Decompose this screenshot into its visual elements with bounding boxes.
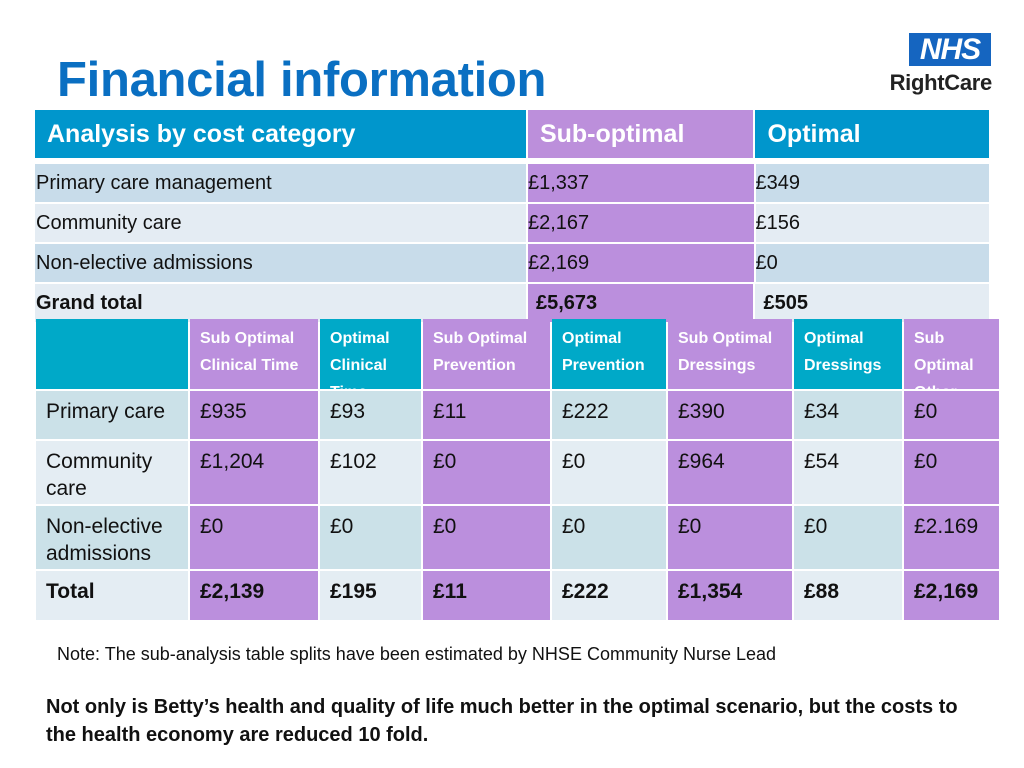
table-cell: £0 (423, 506, 550, 569)
row-label: Total (36, 571, 188, 620)
row-label: Primary care management (35, 164, 526, 202)
table-cell: £2.169 (904, 506, 999, 569)
nhs-logo-icon: NHS (909, 33, 991, 66)
table-cell: £0 (904, 441, 999, 504)
header-optimal-dressings: Optimal Dressings (794, 319, 902, 389)
optimal-value: £0 (755, 244, 990, 282)
sub-optimal-value: £2,169 (527, 244, 754, 282)
header-optimal-clinical-time: Optimal Clinical Time (320, 319, 421, 401)
row-label: Grand total (35, 284, 526, 322)
grand-total-row: Grand total £5,673 £505 (35, 284, 989, 322)
table-cell: £0 (320, 506, 421, 569)
table-cell: £222 (552, 571, 666, 620)
table-row: Primary care £935 £93 £11 £222 £390 £34 … (36, 391, 1001, 439)
table-cell: £93 (320, 391, 421, 439)
table-cell: £195 (320, 571, 421, 620)
table-cell: £0 (794, 506, 902, 569)
table-row: Community care £2,167 £156 (35, 204, 990, 242)
header-sub-optimal-other: Sub Optimal Other (904, 319, 999, 401)
table-row: Primary care management £1,337 £349 (35, 164, 990, 202)
table-cell: £0 (904, 391, 999, 439)
breakdown-header-row: Sub Optimal Clinical Time Optimal Clinic… (36, 319, 1001, 401)
header-analysis-by-cost-category: Analysis by cost category (35, 110, 526, 158)
table-cell: £0 (423, 441, 550, 504)
footnote: Note: The sub-analysis table splits have… (57, 644, 777, 664)
header-sub-optimal-clinical-time: Sub Optimal Clinical Time (190, 319, 318, 389)
table-cell: £1,354 (668, 571, 792, 620)
summary-header-row: Analysis by cost category Sub-optimal Op… (35, 110, 989, 158)
table-cell: £0 (190, 506, 318, 569)
table-cell: £0 (552, 506, 666, 569)
page-title: Financial information (57, 53, 547, 107)
table-cell: £11 (423, 571, 550, 620)
header-optimal: Optimal (755, 110, 989, 158)
header-sub-optimal-dressings: Sub Optimal Dressings (668, 319, 792, 389)
rightcare-wordmark: RightCare (889, 70, 993, 95)
row-label: Community care (36, 441, 188, 504)
optimal-total: £505 (755, 284, 989, 322)
breakdown-total-row: Total £2,139 £195 £11 £222 £1,354 £88 £2… (36, 571, 1001, 620)
table-row: Non-elective admissions £0 £0 £0 £0 £0 £… (36, 506, 1001, 569)
table-cell: £54 (794, 441, 902, 504)
table-cell: £88 (794, 571, 902, 620)
table-cell: £0 (668, 506, 792, 569)
table-cell: £0 (552, 441, 666, 504)
table-row: Community care £1,204 £102 £0 £0 £964 £5… (36, 441, 1001, 504)
sub-optimal-value: £1,337 (527, 164, 754, 202)
table-cell: £935 (190, 391, 318, 439)
conclusion-text: Not only is Betty’s health and quality o… (46, 696, 958, 746)
row-label: Non-elective admissions (35, 244, 526, 282)
table-cell: £1,204 (190, 441, 318, 504)
table-cell: £390 (668, 391, 792, 439)
table-cell: £2,139 (190, 571, 318, 620)
header-blank (36, 319, 188, 389)
sub-optimal-total: £5,673 (527, 284, 754, 322)
header-sub-optimal-prevention: Sub Optimal Prevention (423, 319, 550, 389)
table-cell: £34 (794, 391, 902, 439)
sub-analysis-table: Sub Optimal Clinical Time Optimal Clinic… (36, 319, 1001, 622)
table-cell: £2,169 (904, 571, 999, 620)
row-label: Primary care (36, 391, 188, 439)
table-cell: £102 (320, 441, 421, 504)
header-optimal-prevention: Optimal Prevention (552, 319, 666, 389)
sub-optimal-value: £2,167 (527, 204, 754, 242)
optimal-value: £156 (755, 204, 990, 242)
table-cell: £964 (668, 441, 792, 504)
row-label: Community care (35, 204, 526, 242)
table-cell: £222 (552, 391, 666, 439)
table-row: Non-elective admissions £2,169 £0 (35, 244, 990, 282)
table-cell: £11 (423, 391, 550, 439)
cost-category-summary-table: Analysis by cost category Sub-optimal Op… (35, 110, 990, 322)
nhs-rightcare-logo: NHS RightCare (884, 33, 992, 96)
row-label: Non-elective admissions (36, 506, 188, 569)
header-sub-optimal: Sub-optimal (527, 110, 754, 158)
optimal-value: £349 (755, 164, 990, 202)
